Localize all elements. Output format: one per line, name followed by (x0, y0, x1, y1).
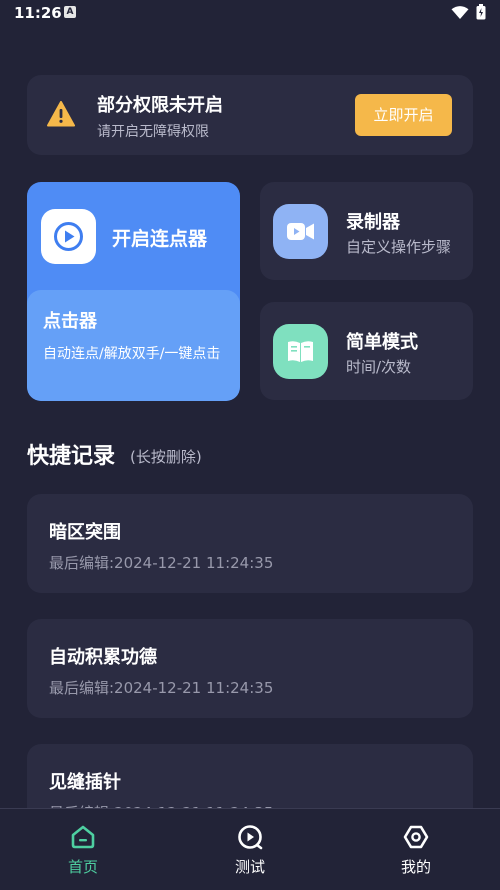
test-icon (237, 824, 263, 854)
status-bar: 11:26 A (0, 0, 500, 26)
simple-mode-subtitle: 时间/次数 (346, 358, 412, 376)
bottom-navigation: 首页 测试 我的 (0, 808, 500, 890)
clicker-card[interactable]: 开启连点器 点击器 自动连点/解放双手/一键点击 (27, 182, 240, 401)
enable-now-button[interactable]: 立即开启 (355, 94, 452, 136)
recorder-subtitle: 自定义操作步骤 (346, 238, 452, 256)
record-name: 自动积累功德 (49, 647, 157, 668)
nav-profile-label: 我的 (400, 858, 431, 876)
play-circle-icon[interactable] (41, 209, 96, 264)
record-edited-time: 最后编辑:2024-12-21 11:24:35 (49, 554, 274, 572)
warning-icon (47, 101, 75, 131)
video-camera-icon (273, 204, 328, 259)
simple-mode-card[interactable]: 简单模式 时间/次数 (260, 302, 473, 400)
nav-test-label: 测试 (234, 858, 265, 876)
record-name: 见缝插针 (49, 772, 121, 793)
status-time: 11:26 (14, 4, 62, 22)
nav-home[interactable]: 首页 (0, 809, 166, 890)
list-item[interactable]: 自动积累功德 最后编辑:2024-12-21 11:24:35 (27, 619, 473, 718)
nav-test[interactable]: 测试 (167, 809, 333, 890)
battery-icon (476, 4, 486, 24)
recorder-title: 录制器 (346, 212, 400, 233)
list-item[interactable]: 暗区突围 最后编辑:2024-12-21 11:24:35 (27, 494, 473, 593)
record-name: 暗区突围 (49, 522, 121, 543)
clicker-info[interactable]: 点击器 自动连点/解放双手/一键点击 (27, 290, 240, 401)
permission-subtitle: 请开启无障碍权限 (97, 124, 209, 140)
start-clicker-label[interactable]: 开启连点器 (112, 224, 207, 251)
recorder-card[interactable]: 录制器 自定义操作步骤 (260, 182, 473, 280)
simple-mode-title: 简单模式 (346, 332, 418, 353)
profile-icon (403, 824, 429, 854)
nav-profile[interactable]: 我的 (333, 809, 499, 890)
nav-home-label: 首页 (67, 858, 98, 876)
clicker-title: 点击器 (43, 311, 97, 332)
book-icon (273, 324, 328, 379)
app-badge-icon: A (64, 6, 76, 18)
quick-records-hint: (长按删除) (130, 448, 202, 466)
permission-title: 部分权限未开启 (97, 95, 223, 116)
permission-banner: 部分权限未开启 请开启无障碍权限 立即开启 (27, 75, 473, 155)
clicker-description: 自动连点/解放双手/一键点击 (43, 346, 221, 362)
record-edited-time: 最后编辑:2024-12-21 11:24:35 (49, 679, 274, 697)
wifi-icon (451, 5, 469, 24)
quick-records-title: 快捷记录 (27, 444, 116, 469)
home-icon (70, 824, 96, 854)
